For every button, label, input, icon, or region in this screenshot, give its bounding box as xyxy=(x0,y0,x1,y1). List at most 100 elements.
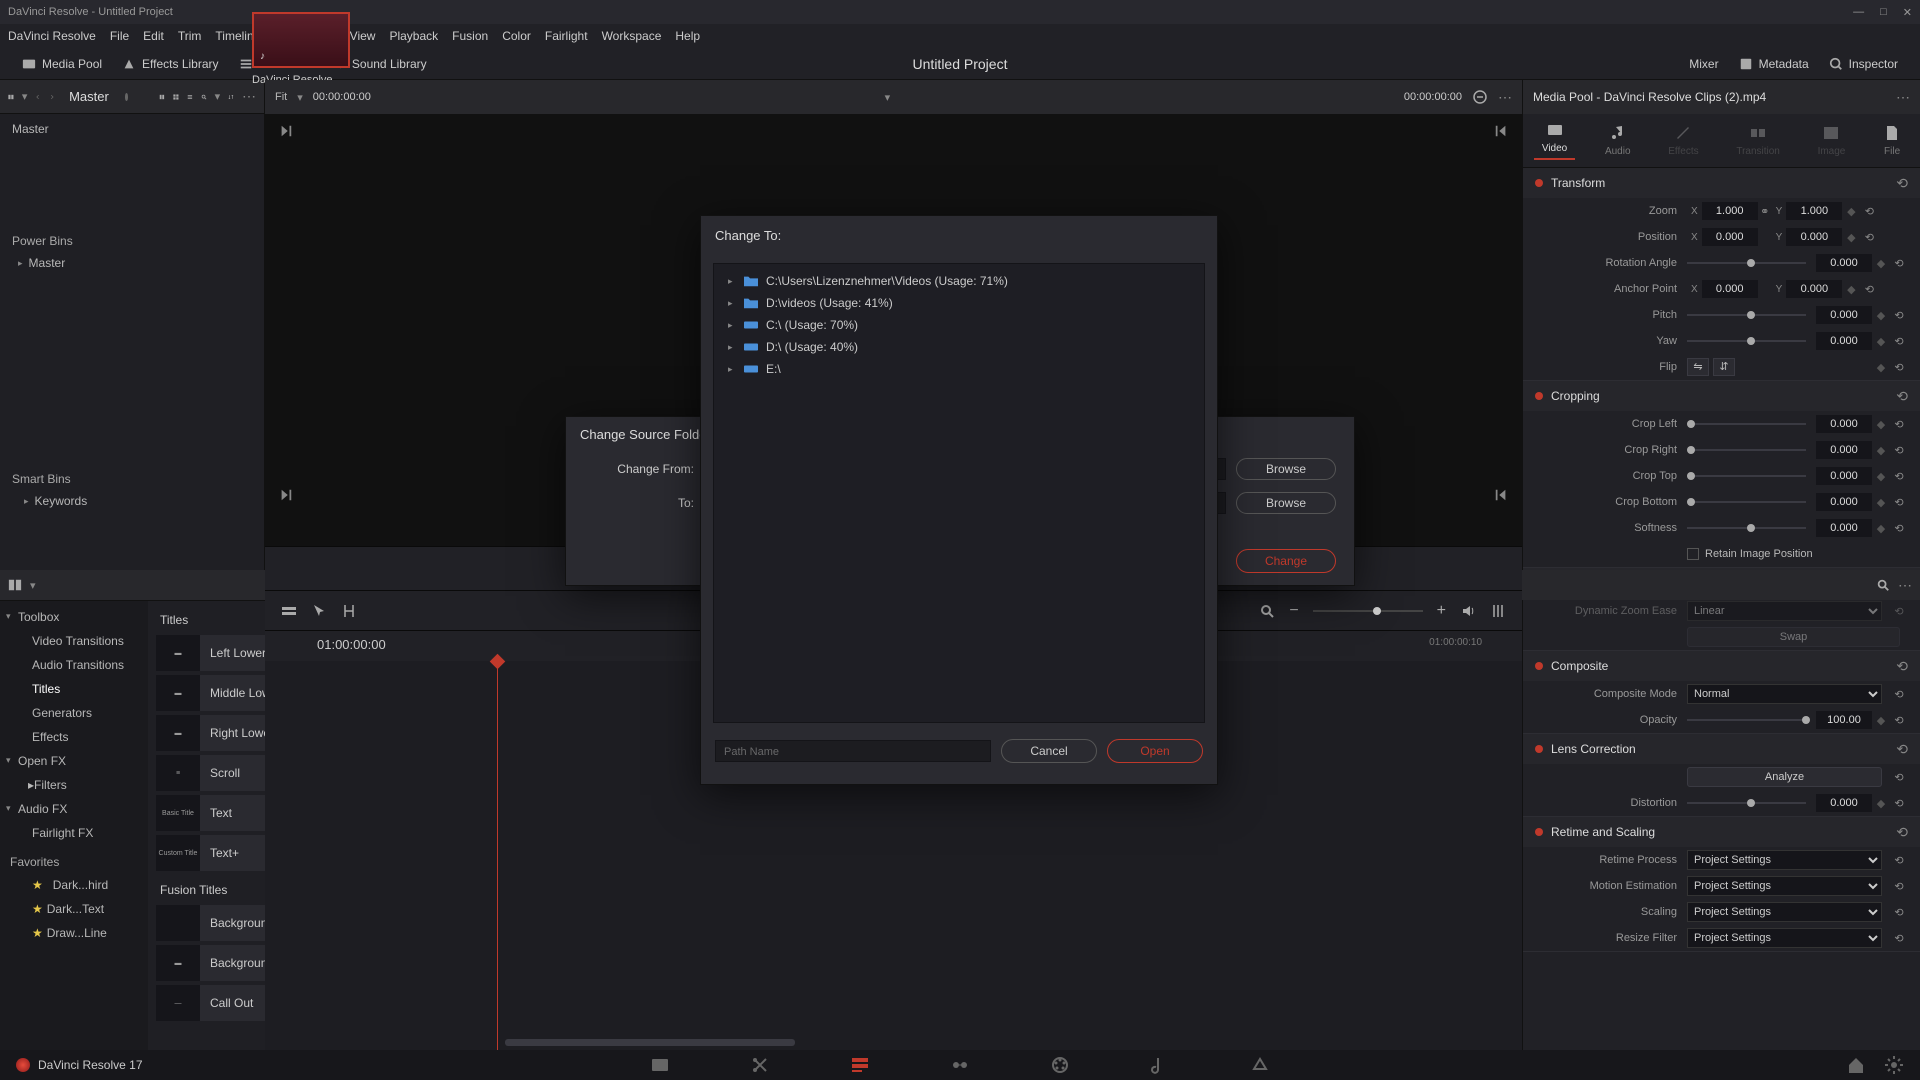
zoom-in-icon[interactable]: + xyxy=(1437,602,1446,620)
fit-dropdown[interactable]: Fit xyxy=(275,91,287,103)
distortion-slider[interactable] xyxy=(1687,802,1806,804)
zoom-x-input[interactable]: 1.000 xyxy=(1702,202,1758,220)
dynzoom-ease-select[interactable]: Linear xyxy=(1687,601,1882,621)
layout-dropdown-icon[interactable] xyxy=(22,90,28,103)
tab-video[interactable]: Video xyxy=(1534,121,1575,160)
home-icon[interactable] xyxy=(1846,1055,1866,1075)
panel-layout-icon[interactable] xyxy=(8,90,14,104)
menu-color[interactable]: Color xyxy=(502,29,531,43)
bypass-icon[interactable] xyxy=(1472,89,1488,105)
crop-left-input[interactable]: 0.000 xyxy=(1816,415,1872,433)
go-to-start-icon[interactable] xyxy=(1494,488,1508,502)
pos-x-input[interactable]: 0.000 xyxy=(1702,228,1758,246)
media-page-icon[interactable] xyxy=(650,1055,670,1075)
rotation-input[interactable]: 0.000 xyxy=(1816,254,1872,272)
power-bins-header[interactable]: Power Bins xyxy=(0,224,205,252)
pos-y-input[interactable]: 0.000 xyxy=(1786,228,1842,246)
source-viewer[interactable] xyxy=(265,114,1522,136)
flip-h-button[interactable]: ⇋ xyxy=(1687,358,1709,376)
go-to-end-icon[interactable] xyxy=(279,124,293,138)
softness-slider[interactable] xyxy=(1687,527,1806,529)
lens-header[interactable]: Lens Correction xyxy=(1551,742,1636,756)
timeline-tc[interactable]: 01:00:00:00 xyxy=(317,637,386,652)
media-pool-toggle[interactable]: Media Pool xyxy=(12,53,112,75)
minimize-button[interactable]: — xyxy=(1853,6,1864,19)
mixer-toggle[interactable]: Mixer xyxy=(1659,53,1728,75)
menu-edit[interactable]: Edit xyxy=(143,29,164,43)
tab-audio[interactable]: Audio xyxy=(1597,124,1639,157)
yaw-slider[interactable] xyxy=(1687,340,1806,342)
browse-from-button[interactable]: Browse xyxy=(1236,458,1336,480)
transform-header[interactable]: Transform xyxy=(1551,176,1605,190)
bin-path[interactable]: Master xyxy=(69,89,109,104)
crop-bottom-input[interactable]: 0.000 xyxy=(1816,493,1872,511)
trim-tool-icon[interactable] xyxy=(341,603,357,619)
nav-back-icon[interactable] xyxy=(35,90,41,104)
rec-timecode[interactable]: 00:00:00:00 xyxy=(1404,91,1462,103)
menu-trim[interactable]: Trim xyxy=(178,29,202,43)
timeline-scrollbar[interactable] xyxy=(505,1039,795,1046)
lens-enable-icon[interactable] xyxy=(1535,745,1543,753)
browse-to-button[interactable]: Browse xyxy=(1236,492,1336,514)
fav-1[interactable]: ★Dark...Text xyxy=(0,897,148,921)
fairlight-page-icon[interactable] xyxy=(1150,1055,1170,1075)
keyframe-icon[interactable]: ◆ xyxy=(1842,205,1860,218)
fusion-page-icon[interactable] xyxy=(950,1055,970,1075)
pitch-slider[interactable] xyxy=(1687,314,1806,316)
tree-fairlightfx[interactable]: Fairlight FX xyxy=(0,821,148,845)
zoom-search-icon[interactable] xyxy=(1259,603,1275,619)
swap-button[interactable]: Swap xyxy=(1687,627,1900,647)
opacity-slider[interactable] xyxy=(1687,719,1806,721)
tree-filters[interactable]: Filters xyxy=(0,773,148,797)
anchor-x-input[interactable]: 0.000 xyxy=(1702,280,1758,298)
crop-bottom-slider[interactable] xyxy=(1687,501,1806,503)
clip-thumbnail[interactable] xyxy=(252,12,350,68)
retime-enable-icon[interactable] xyxy=(1535,828,1543,836)
link-icon[interactable]: ⚭ xyxy=(1758,205,1772,218)
crop-right-slider[interactable] xyxy=(1687,449,1806,451)
softness-input[interactable]: 0.000 xyxy=(1816,519,1872,537)
folder-item[interactable]: ▸C:\ (Usage: 70%) xyxy=(714,314,1204,336)
selection-tool-icon[interactable] xyxy=(311,603,327,619)
tree-audio-transitions[interactable]: Audio Transitions xyxy=(0,653,148,677)
folder-item[interactable]: ▸D:\ (Usage: 40%) xyxy=(714,336,1204,358)
metadata-toggle[interactable]: Metadata xyxy=(1729,53,1819,75)
tree-audiofx[interactable]: Audio FX xyxy=(0,797,148,821)
effects-library-toggle[interactable]: Effects Library xyxy=(112,53,228,75)
viewer-more-icon[interactable] xyxy=(1498,89,1512,106)
scaling-select[interactable]: Project Settings xyxy=(1687,902,1882,922)
efflib-more-icon[interactable] xyxy=(1898,577,1912,594)
go-to-end-icon[interactable] xyxy=(279,488,293,502)
open-button[interactable]: Open xyxy=(1107,739,1203,763)
retime-header[interactable]: Retime and Scaling xyxy=(1551,825,1655,839)
folder-item[interactable]: ▸E:\ xyxy=(714,358,1204,380)
tree-titles[interactable]: Titles xyxy=(0,677,148,701)
change-button[interactable]: Change xyxy=(1236,549,1336,573)
composite-header[interactable]: Composite xyxy=(1551,659,1608,673)
anchor-y-input[interactable]: 0.000 xyxy=(1786,280,1842,298)
cut-page-icon[interactable] xyxy=(750,1055,770,1075)
cancel-button[interactable]: Cancel xyxy=(1001,739,1097,763)
menu-fairlight[interactable]: Fairlight xyxy=(545,29,588,43)
tab-transition[interactable]: Transition xyxy=(1728,124,1788,157)
maximize-button[interactable]: □ xyxy=(1880,6,1887,19)
settings-gear-icon[interactable] xyxy=(1884,1055,1904,1075)
analyze-button[interactable]: Analyze xyxy=(1687,767,1882,787)
zoom-out-icon[interactable]: − xyxy=(1289,602,1298,620)
motion-estimation-select[interactable]: Project Settings xyxy=(1687,876,1882,896)
efflib-dropdown-icon[interactable] xyxy=(30,579,36,592)
nav-fwd-icon[interactable] xyxy=(49,90,55,104)
close-button[interactable]: ✕ xyxy=(1903,6,1912,19)
folder-item[interactable]: ▸C:\Users\Lizenznehmer\Videos (Usage: 71… xyxy=(714,270,1204,292)
menu-help[interactable]: Help xyxy=(675,29,700,43)
smart-bins-header[interactable]: Smart Bins xyxy=(0,462,205,490)
composite-mode-select[interactable]: Normal xyxy=(1687,684,1882,704)
tree-effects[interactable]: Effects xyxy=(0,725,148,749)
deliver-page-icon[interactable] xyxy=(1250,1055,1270,1075)
search-icon[interactable] xyxy=(201,90,207,104)
path-name-input[interactable]: Path Name xyxy=(715,740,991,762)
distortion-input[interactable]: 0.000 xyxy=(1816,794,1872,812)
yaw-input[interactable]: 0.000 xyxy=(1816,332,1872,350)
volume-icon[interactable] xyxy=(1460,603,1476,619)
tree-openfx[interactable]: Open FX xyxy=(0,749,148,773)
